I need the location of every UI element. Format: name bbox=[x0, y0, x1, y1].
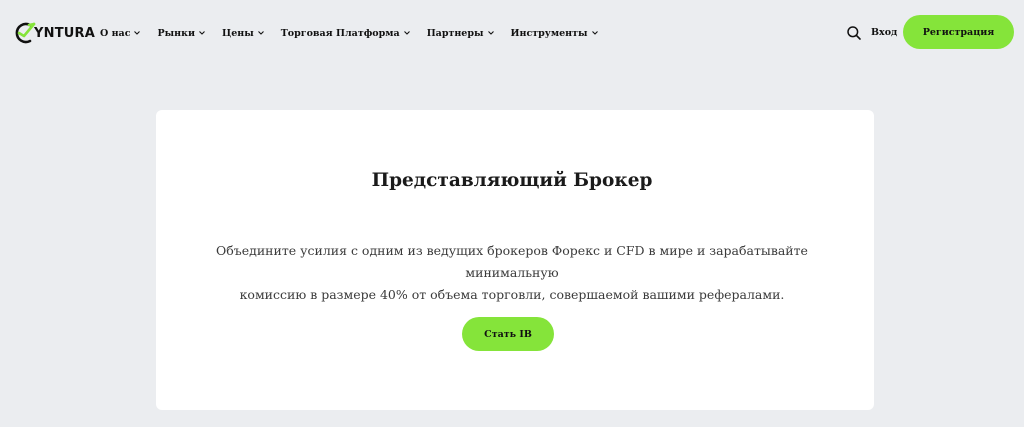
become-ib-button[interactable]: Стать IB bbox=[462, 317, 554, 351]
chevron-down-icon bbox=[134, 31, 141, 35]
brand-logo[interactable]: YNTURA bbox=[14, 20, 95, 46]
nav-item-label: Цены bbox=[222, 27, 254, 39]
nav-item-label: Торговая Платформа bbox=[280, 27, 400, 39]
chevron-down-icon bbox=[591, 31, 598, 35]
chevron-down-icon bbox=[403, 31, 410, 35]
description-text: Объедините усилия с одним из ведущих бро… bbox=[190, 240, 834, 306]
search-button[interactable] bbox=[846, 25, 862, 41]
nav-item-tools[interactable]: Инструменты bbox=[511, 28, 598, 39]
nav-item-prices[interactable]: Цены bbox=[222, 28, 264, 39]
main-nav: О нас Рынки Цены Торговая Платформа Парт… bbox=[100, 24, 598, 42]
description-line-1: Объедините усилия с одним из ведущих бро… bbox=[216, 243, 808, 280]
logo-text: YNTURA bbox=[34, 25, 95, 41]
chevron-down-icon bbox=[199, 31, 205, 35]
chevron-down-icon bbox=[487, 31, 494, 35]
chevron-down-icon bbox=[257, 31, 264, 35]
logo-mark-icon bbox=[15, 22, 36, 44]
description-line-2: комиссию в размере 40% от объема торговл… bbox=[239, 287, 785, 302]
nav-item-partners[interactable]: Партнеры bbox=[427, 28, 494, 39]
nav-item-label: О нас bbox=[100, 27, 131, 39]
top-navigation-bar: YNTURA О нас Рынки Цены Торговая Платфор… bbox=[0, 0, 1024, 66]
register-button[interactable]: Регистрация bbox=[903, 15, 1014, 49]
nav-item-label: Партнеры bbox=[426, 27, 484, 39]
search-icon bbox=[847, 26, 861, 40]
nav-item-about[interactable]: О нас bbox=[100, 27, 141, 39]
nav-item-label: Рынки bbox=[157, 27, 196, 39]
nav-item-markets[interactable]: Рынки bbox=[157, 28, 205, 39]
nav-item-trading-platform[interactable]: Торговая Платформа bbox=[281, 28, 410, 39]
login-link[interactable]: Вход bbox=[871, 27, 897, 38]
nav-item-label: Инструменты bbox=[510, 27, 588, 39]
page-title: Представляющий Брокер bbox=[371, 170, 653, 191]
